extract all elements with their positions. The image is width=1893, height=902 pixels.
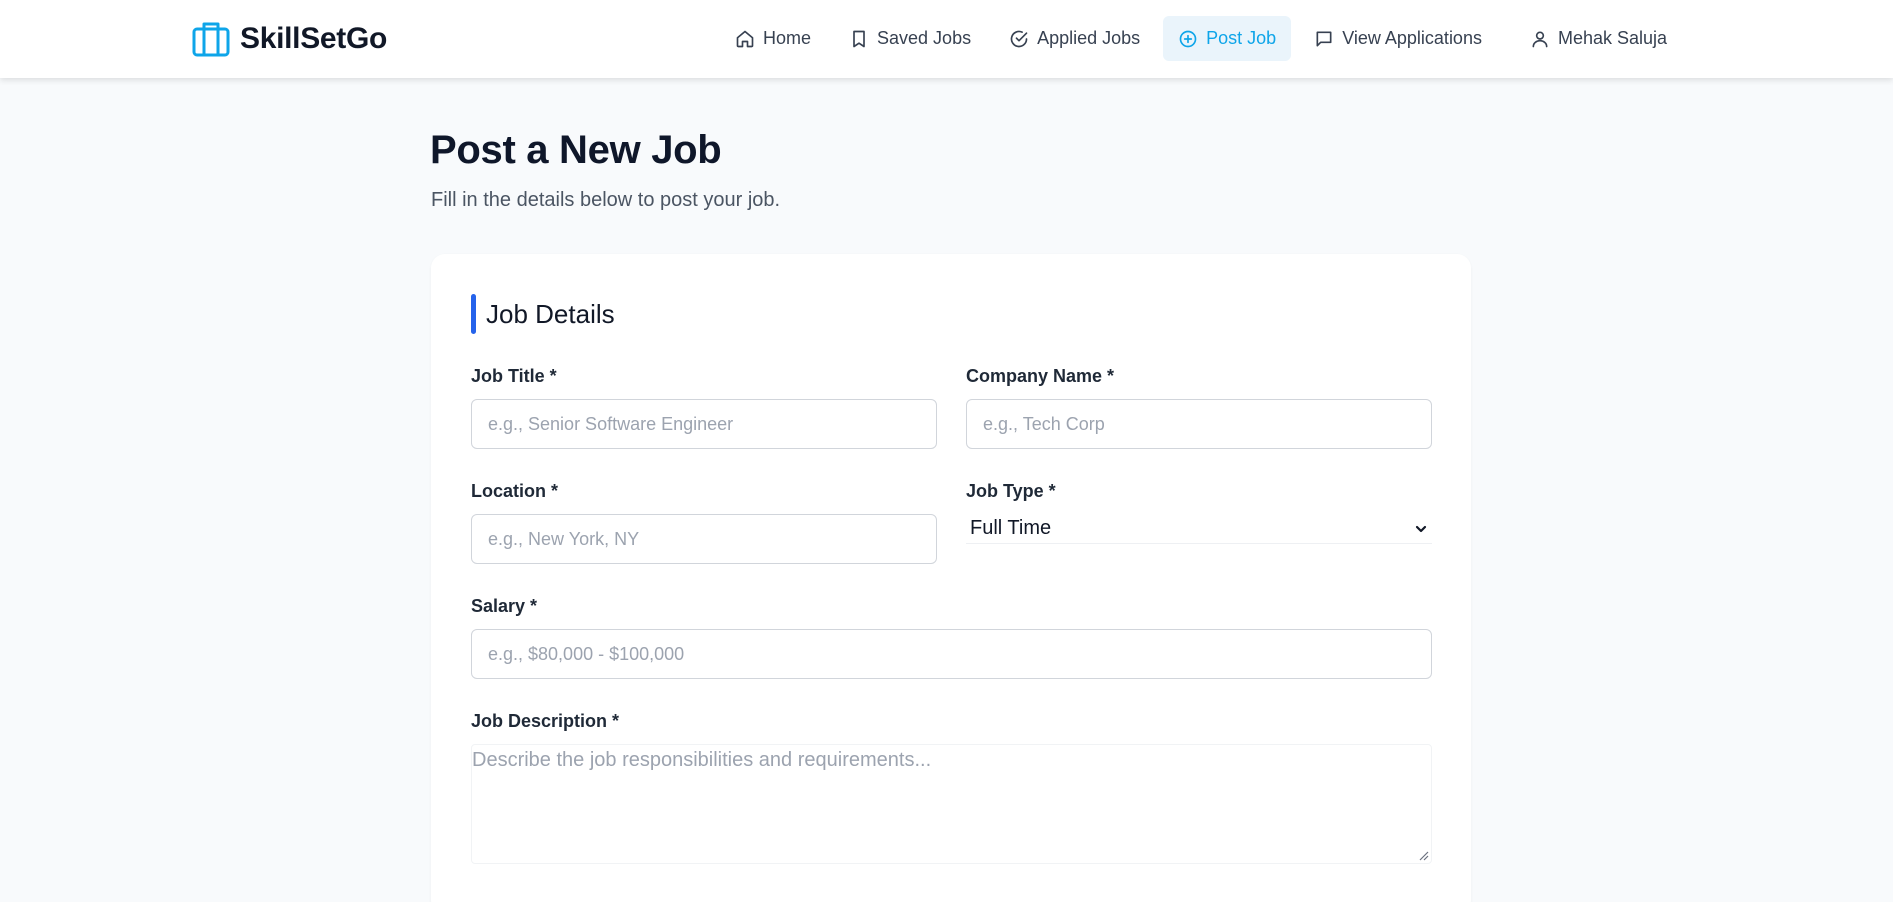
salary-label: Salary * bbox=[471, 596, 538, 616]
section-accent-bar bbox=[471, 294, 476, 334]
salary-input[interactable] bbox=[471, 629, 1432, 679]
job-type-select[interactable]: Full Time bbox=[966, 514, 1432, 544]
profile-name: Mehak Saluja bbox=[1557, 28, 1668, 48]
section-header: Job Details bbox=[471, 294, 615, 334]
job-type-label: Job Type * bbox=[966, 481, 1056, 501]
resize-handle-icon[interactable] bbox=[1419, 851, 1429, 861]
nav-item-home[interactable]: Home bbox=[720, 16, 826, 61]
chevron-down-icon bbox=[1415, 525, 1427, 532]
nav-item-label: Applied Jobs bbox=[1037, 28, 1141, 48]
briefcase-icon bbox=[192, 22, 230, 57]
page-title: Post a New Job bbox=[430, 128, 722, 172]
user-icon bbox=[1532, 30, 1548, 47]
job-title-input[interactable] bbox=[471, 399, 937, 449]
job-form-card: Job Details Job Title * Company Name * L… bbox=[431, 254, 1471, 902]
brand-name: SkillSetGo bbox=[240, 22, 388, 55]
bookmark-icon bbox=[853, 30, 865, 47]
top-navbar: SkillSetGo Home Saved Jobs Applied Jobs bbox=[0, 0, 1893, 78]
nav-item-applied-jobs[interactable]: Applied Jobs bbox=[994, 16, 1155, 61]
nav-item-post-job[interactable]: Post Job bbox=[1163, 16, 1292, 61]
section-title: Job Details bbox=[486, 298, 615, 329]
location-input[interactable] bbox=[471, 514, 937, 564]
check-circle-icon bbox=[1010, 30, 1028, 47]
nav-item-label: Post Job bbox=[1206, 28, 1277, 48]
nav-menu: Home Saved Jobs Applied Jobs Post Job Vi… bbox=[720, 16, 1682, 61]
nav-item-view-applications[interactable]: View Applications bbox=[1299, 16, 1497, 61]
job-title-label: Job Title * bbox=[471, 366, 557, 386]
job-description-label: Job Description * bbox=[471, 711, 620, 731]
nav-item-label: Home bbox=[763, 28, 812, 48]
location-label: Location * bbox=[471, 481, 559, 501]
nav-item-label: View Applications bbox=[1342, 28, 1482, 48]
message-icon bbox=[1316, 31, 1332, 47]
page-subtitle: Fill in the details below to post your j… bbox=[431, 189, 781, 211]
company-name-label: Company Name * bbox=[966, 366, 1115, 386]
nav-item-saved-jobs[interactable]: Saved Jobs bbox=[834, 16, 986, 61]
home-icon bbox=[736, 30, 754, 47]
plus-circle-icon bbox=[1179, 30, 1197, 47]
job-type-selected-value: Full Time bbox=[970, 517, 1052, 539]
company-name-input[interactable] bbox=[966, 399, 1432, 449]
nav-item-profile[interactable]: Mehak Saluja bbox=[1515, 16, 1682, 61]
nav-item-label: Saved Jobs bbox=[877, 28, 972, 48]
brand-logo[interactable]: SkillSetGo bbox=[192, 19, 387, 59]
job-description-textarea[interactable] bbox=[471, 744, 1432, 864]
